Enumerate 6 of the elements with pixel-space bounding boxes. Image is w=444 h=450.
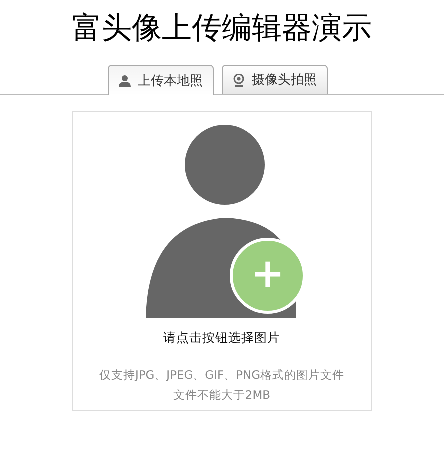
tab[interactable]: 上传本地照 (108, 65, 214, 95)
page-title: 富头像上传编辑器演示 (71, 10, 373, 48)
format-note: 文件不能大于2MB (172, 387, 272, 404)
upload-hint: 请点击按钮选择图片 (164, 330, 280, 347)
format-note: 仅支持JPG、JPEG、GIF、PNG格式的图片文件 (99, 367, 345, 384)
tab[interactable]: 摄像头拍照 (222, 65, 328, 94)
